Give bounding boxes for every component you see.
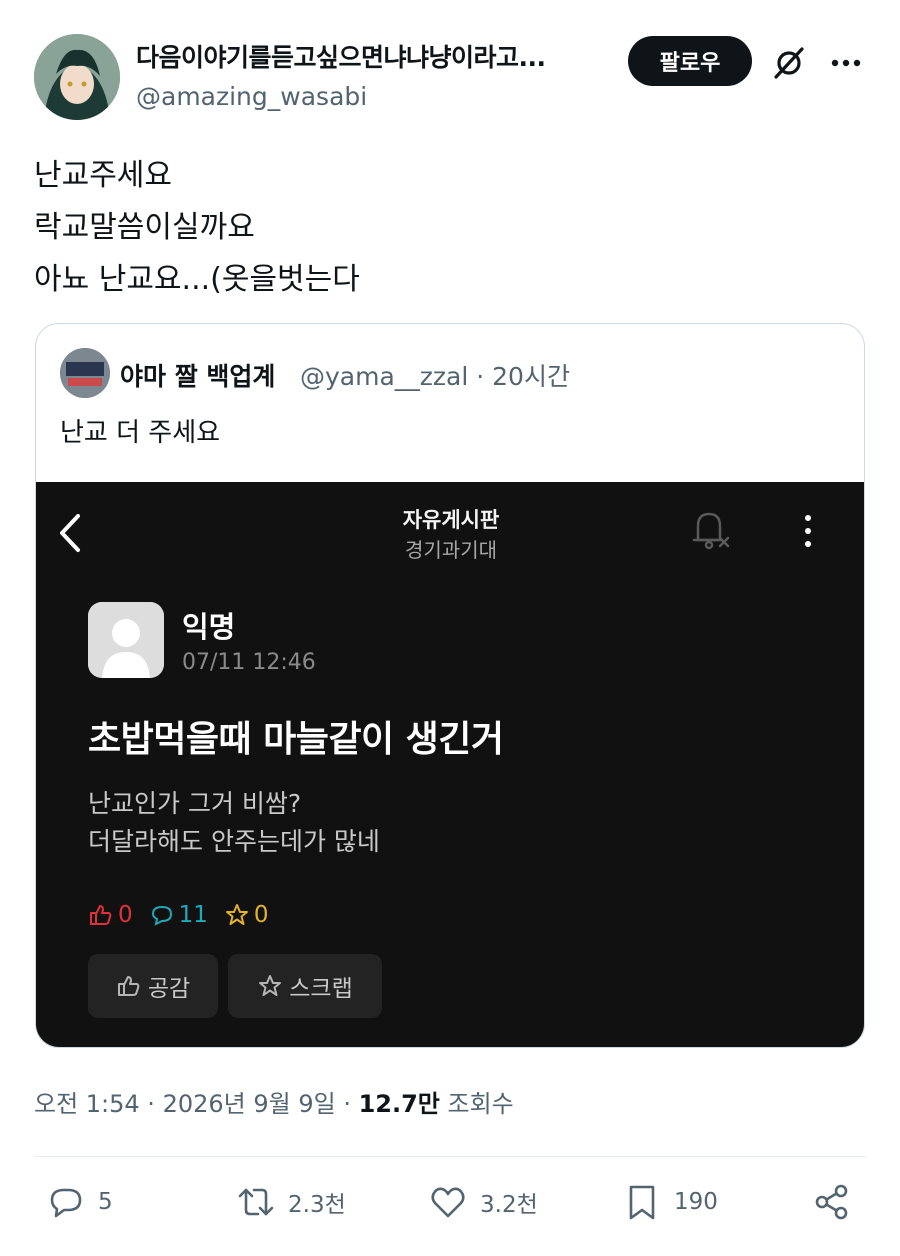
bell-off-icon — [688, 506, 732, 552]
divider — [34, 1156, 866, 1157]
quote-text: 난교 더 주세요 — [60, 418, 221, 448]
post-author: 익명 — [182, 610, 236, 644]
share-button[interactable] — [812, 1182, 852, 1222]
board-school: 경기과기대 — [405, 538, 497, 562]
thumbs-up-icon — [117, 976, 140, 996]
anonymous-avatar — [88, 602, 164, 678]
scrap-post-button: 스크랩 — [228, 954, 382, 1018]
tweet-text: 난교주세요 락교말씀이실까요 아뇨 난교요...(옷을벗는다 — [34, 150, 360, 306]
reply-icon — [50, 1188, 82, 1218]
post-body-line: 더달라해도 안주는데가 많네 — [88, 827, 380, 856]
comment-stat: 11 — [149, 902, 208, 928]
tweet-line: 락교말씀이실까요 — [34, 210, 255, 245]
embed-more-icon — [800, 512, 816, 550]
more-options-icon[interactable] — [828, 48, 864, 78]
reply-button[interactable]: 5 — [46, 1182, 113, 1222]
grok-icon[interactable] — [770, 44, 808, 82]
quote-author-avatar — [60, 348, 110, 398]
heart-icon — [431, 1187, 465, 1218]
bookmark-button[interactable]: 190 — [622, 1182, 718, 1222]
like-button[interactable]: 3.2천 — [428, 1182, 538, 1222]
post-time: 07/11 12:46 — [182, 650, 316, 675]
author-handle[interactable]: @amazing_wasabi — [136, 82, 367, 111]
tweet-line: 아뇨 난교요...(옷을벗는다 — [34, 262, 360, 297]
post-title: 초밥먹을때 마늘같이 생긴거 — [88, 719, 504, 760]
like-post-button: 공감 — [88, 954, 218, 1018]
author-avatar[interactable] — [34, 34, 120, 120]
like-stat: 0 — [88, 902, 133, 928]
tweet-meta: 오전 1:54 · 2026년 9월 9일 · 12.7만 조회수 — [34, 1084, 514, 1119]
follow-button[interactable]: 팔로우 — [628, 36, 752, 86]
star-icon — [225, 904, 248, 925]
bookmark-count: 190 — [674, 1189, 718, 1215]
scrap-count: 0 — [253, 902, 269, 928]
tweet-line: 난교주세요 — [34, 158, 172, 193]
author-display-name[interactable]: 다음이야기를듣고싶으면냐냐냥이라고... — [136, 38, 616, 74]
reply-count: 5 — [98, 1189, 113, 1215]
scrap-post-label: 스크랩 — [289, 976, 353, 1002]
post-body: 난교인가 그거 비쌈? 더달라해도 안주는데가 많네 — [88, 785, 380, 861]
repost-count: 2.3천 — [288, 1192, 346, 1218]
repost-icon — [238, 1188, 274, 1216]
like-count: 0 — [118, 902, 133, 928]
post-body-line: 난교인가 그거 비쌈? — [88, 789, 302, 818]
view-label: 조회수 — [439, 1090, 514, 1118]
embedded-screenshot: 자유게시판 경기과기대 익명 07/11 12:46 초밥먹을때 마늘같이 생긴… — [36, 482, 864, 1047]
tweet-timestamp[interactable]: 오전 1:54 · 2026년 9월 9일 · — [34, 1090, 359, 1118]
quote-author-handle: @yama__zzal · 20시간 — [300, 362, 570, 391]
like-count: 3.2천 — [480, 1192, 538, 1218]
scrap-stat: 0 — [224, 902, 269, 928]
star-icon — [259, 975, 282, 996]
quote-tweet-card[interactable]: 야마 짤 백업계 @yama__zzal · 20시간 난교 더 주세요 자유게… — [35, 323, 865, 1048]
view-count: 12.7만 — [358, 1090, 440, 1118]
share-icon — [815, 1184, 848, 1220]
quote-author-name: 야마 짤 백업계 — [120, 362, 276, 391]
comment-icon — [151, 905, 172, 926]
post-stats: 0 11 0 — [88, 902, 269, 928]
board-name: 자유게시판 — [402, 508, 500, 532]
thumbs-up-icon — [90, 905, 112, 925]
bookmark-icon — [629, 1185, 655, 1220]
repost-button[interactable]: 2.3천 — [236, 1182, 346, 1222]
comment-count: 11 — [178, 902, 208, 928]
like-post-label: 공감 — [147, 976, 191, 1002]
